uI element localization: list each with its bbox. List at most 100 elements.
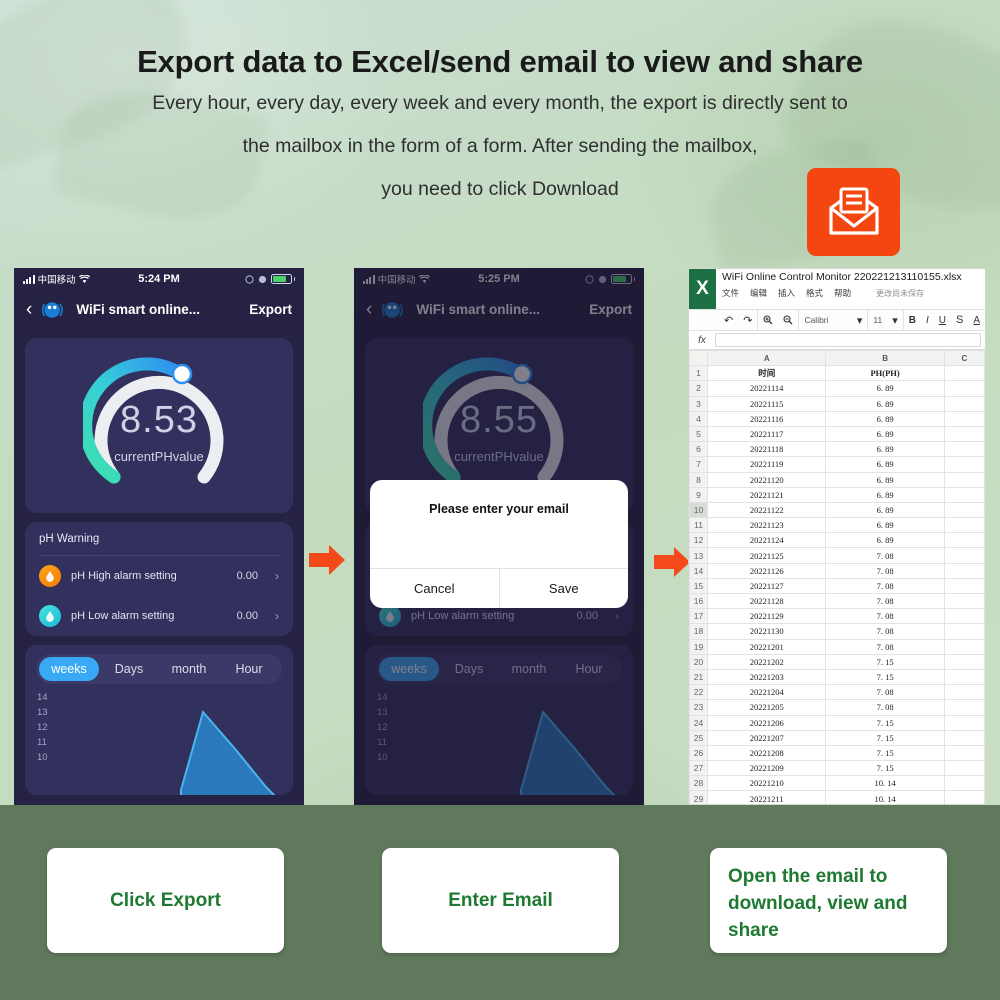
cell-c[interactable] xyxy=(943,699,985,716)
row-header[interactable]: 18 xyxy=(689,623,709,640)
formula-bar[interactable]: fx xyxy=(689,331,985,350)
cell-a[interactable]: 20221115 xyxy=(707,395,827,412)
column-header-a[interactable]: A xyxy=(707,349,827,367)
cell-c[interactable] xyxy=(943,714,985,731)
cell-a[interactable]: 20221211 xyxy=(707,790,827,804)
table-row[interactable]: 4 20221116 6. 89 xyxy=(689,410,985,427)
font-dropdown-icon[interactable]: ▾ xyxy=(852,310,868,330)
menu-insert[interactable]: 插入 xyxy=(778,287,795,299)
italic-button[interactable]: I xyxy=(921,310,934,330)
table-row[interactable]: 7 20221119 6. 89 xyxy=(689,456,985,473)
export-button[interactable]: Export xyxy=(249,302,292,317)
row-header[interactable]: 22 xyxy=(689,684,709,701)
cell-b[interactable]: 7. 15 xyxy=(825,714,945,731)
cell-a[interactable]: 20221209 xyxy=(707,760,827,777)
row-header[interactable]: 17 xyxy=(689,608,709,625)
cell-b[interactable]: 7. 08 xyxy=(825,547,945,564)
row-header[interactable]: 24 xyxy=(689,714,709,731)
spreadsheet-grid[interactable]: A B C 1 时间 PH(PH) 2 20221114 6. 89 3 20221115 6.… xyxy=(689,349,985,804)
cell-a[interactable]: 20221117 xyxy=(707,425,827,443)
cell-b[interactable]: 7. 08 xyxy=(825,684,945,701)
menu-help[interactable]: 帮助 xyxy=(834,287,851,299)
save-button[interactable]: Save xyxy=(498,569,629,608)
column-header-c[interactable]: C xyxy=(943,349,985,367)
table-row[interactable]: 15 20221127 7. 08 xyxy=(689,577,985,595)
table-row[interactable]: 8 20221120 6. 89 xyxy=(689,471,985,488)
cell-a[interactable]: 20221120 xyxy=(707,471,827,488)
cell-c[interactable] xyxy=(943,456,985,473)
cell-c[interactable] xyxy=(943,501,985,519)
cell-b[interactable]: 6. 89 xyxy=(825,395,945,412)
strikethrough-button[interactable]: S xyxy=(951,310,968,330)
cell-a[interactable]: 20221207 xyxy=(707,729,827,746)
menu-format[interactable]: 格式 xyxy=(806,287,823,299)
row-header[interactable]: 27 xyxy=(689,760,709,777)
row-header[interactable]: 6 xyxy=(689,441,709,458)
table-row[interactable]: 11 20221123 6. 89 xyxy=(689,517,985,534)
cell-b[interactable]: 6. 89 xyxy=(825,425,945,443)
row-header[interactable]: 25 xyxy=(689,729,709,746)
email-input[interactable] xyxy=(370,516,628,568)
font-size-select[interactable]: 11 xyxy=(867,310,887,330)
ph-high-alarm-row[interactable]: pH High alarm setting 0.00 › xyxy=(25,556,293,596)
cell-b[interactable]: 6. 89 xyxy=(825,501,945,519)
cell-b[interactable]: 6. 89 xyxy=(825,486,945,503)
cell-c[interactable] xyxy=(943,638,985,655)
cell-c[interactable] xyxy=(943,653,985,670)
cell-a[interactable]: 20221123 xyxy=(707,517,827,534)
cell-a[interactable]: 20221130 xyxy=(707,623,827,640)
cell-a[interactable]: 20221124 xyxy=(707,532,827,549)
cell-b[interactable]: 7. 08 xyxy=(825,562,945,579)
bold-button[interactable]: B xyxy=(902,310,921,330)
table-row[interactable]: 23 20221205 7. 08 xyxy=(689,699,985,716)
cell-b[interactable]: 7. 15 xyxy=(825,760,945,777)
ph-low-alarm-row[interactable]: pH Low alarm setting 0.00 › xyxy=(25,596,293,636)
cell-c[interactable] xyxy=(943,760,985,777)
cell-a[interactable]: 20221121 xyxy=(707,486,827,503)
cell-b[interactable]: 6. 89 xyxy=(825,471,945,488)
row-header[interactable]: 7 xyxy=(689,456,709,473)
table-row[interactable]: 22 20221204 7. 08 xyxy=(689,684,985,701)
row-header[interactable]: 15 xyxy=(689,577,709,595)
cell-c[interactable] xyxy=(943,608,985,625)
table-row[interactable]: 20 20221202 7. 15 xyxy=(689,653,985,670)
menu-file[interactable]: 文件 xyxy=(722,287,739,299)
cell-c[interactable] xyxy=(943,410,985,427)
cell-b[interactable]: 7. 15 xyxy=(825,668,945,686)
size-dropdown-icon[interactable]: ▾ xyxy=(887,310,903,330)
cell-b[interactable]: 7. 08 xyxy=(825,699,945,716)
cell-c[interactable] xyxy=(943,380,985,397)
cell-b[interactable]: 7. 15 xyxy=(825,744,945,762)
table-row[interactable]: 21 20221203 7. 15 xyxy=(689,668,985,686)
cell-c[interactable] xyxy=(943,425,985,443)
row-header[interactable]: 28 xyxy=(689,775,709,792)
cell-a[interactable]: 20221206 xyxy=(707,714,827,731)
cell-a[interactable]: 20221208 xyxy=(707,744,827,762)
row-header[interactable]: 20 xyxy=(689,653,709,670)
table-row[interactable]: 12 20221124 6. 89 xyxy=(689,532,985,549)
row-header[interactable]: 13 xyxy=(689,547,709,564)
back-button[interactable]: ‹ xyxy=(26,300,32,319)
cell-c[interactable] xyxy=(943,623,985,640)
tab-weeks[interactable]: weeks xyxy=(39,657,99,681)
zoom-in-icon[interactable] xyxy=(757,310,778,330)
cell-a[interactable]: 20221122 xyxy=(707,501,827,519)
cell-c[interactable] xyxy=(943,729,985,746)
cell-b[interactable]: 7. 15 xyxy=(825,729,945,746)
row-header[interactable]: 14 xyxy=(689,562,709,579)
table-row[interactable]: 2 20221114 6. 89 xyxy=(689,380,985,397)
cell-b[interactable]: PH(PH) xyxy=(825,365,945,382)
cell-a[interactable]: 20221114 xyxy=(707,380,827,397)
table-row[interactable]: 24 20221206 7. 15 xyxy=(689,714,985,731)
column-header-b[interactable]: B xyxy=(825,349,945,367)
row-header[interactable]: 2 xyxy=(689,380,709,397)
underline-button[interactable]: U xyxy=(934,310,951,330)
cell-b[interactable]: 6. 89 xyxy=(825,532,945,549)
cell-b[interactable]: 10. 14 xyxy=(825,775,945,792)
excel-menubar[interactable]: 文件 编辑 插入 格式 帮助 更改尚未保存 xyxy=(722,287,985,299)
undo-button[interactable]: ↶ xyxy=(719,310,738,330)
cell-c[interactable] xyxy=(943,471,985,488)
table-row[interactable]: 14 20221126 7. 08 xyxy=(689,562,985,579)
tab-days[interactable]: Days xyxy=(99,657,159,681)
cell-b[interactable]: 6. 89 xyxy=(825,456,945,473)
